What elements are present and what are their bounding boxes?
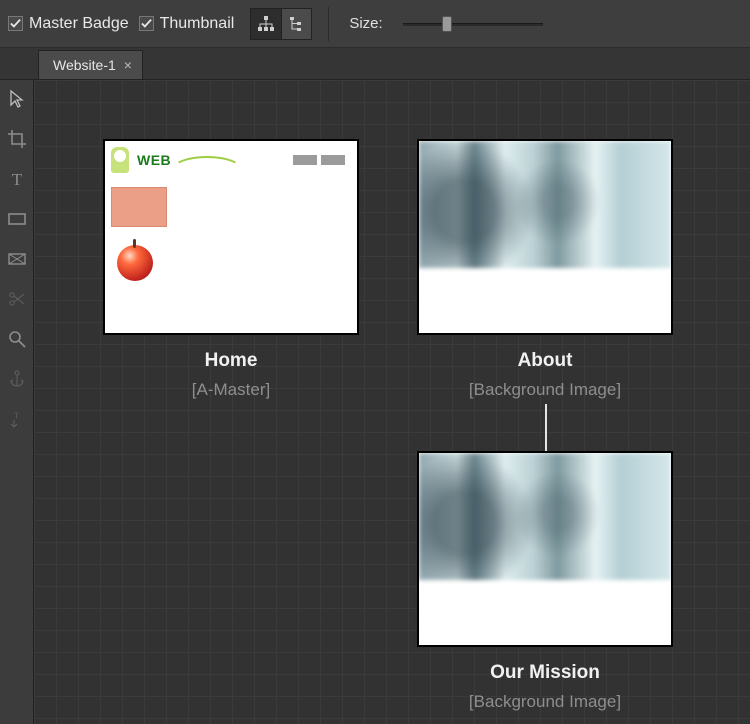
checkbox-icon	[139, 16, 154, 31]
master-badge-checkbox[interactable]: Master Badge	[8, 15, 129, 33]
nav-placeholder	[321, 155, 345, 165]
tab-website-1[interactable]: Website-1 ×	[38, 50, 143, 79]
rectangle-tool[interactable]	[4, 206, 30, 232]
background-image-preview	[419, 453, 671, 580]
page-card-about: About [Background Image]	[418, 140, 672, 400]
page-card-mission: Our Mission [Background Image]	[418, 452, 672, 712]
logo-swoosh-icon	[172, 156, 242, 172]
page-title: Home	[205, 350, 258, 372]
vertical-text-tool[interactable]: T	[4, 406, 30, 432]
logo-mascot-icon	[111, 147, 129, 173]
svg-text:T: T	[11, 170, 22, 189]
size-slider[interactable]	[403, 15, 543, 33]
slider-thumb[interactable]	[442, 16, 452, 32]
page-thumbnail-about[interactable]	[418, 140, 672, 334]
content-block	[111, 187, 167, 227]
page-master-badge: [A-Master]	[192, 380, 270, 400]
apple-image-icon	[117, 245, 153, 281]
scissors-tool[interactable]	[4, 286, 30, 312]
tool-panel: T T	[0, 80, 34, 724]
svg-text:T: T	[14, 411, 19, 420]
thumbnail-checkbox[interactable]: Thumbnail	[139, 15, 235, 33]
top-toolbar: Master Badge Thumbnail Siz	[0, 0, 750, 48]
rectangle-frame-tool[interactable]	[4, 246, 30, 272]
tab-label: Website-1	[53, 57, 116, 73]
toolbar-divider	[328, 7, 329, 41]
background-image-preview	[419, 141, 671, 268]
page-card-home: WEB Home [A-Master]	[104, 140, 358, 400]
page-master-badge: [Background Image]	[469, 692, 621, 712]
page-master-badge: [Background Image]	[469, 380, 621, 400]
thumbnail-content	[419, 141, 671, 333]
crop-tool[interactable]	[4, 126, 30, 152]
page-thumbnail-home[interactable]: WEB	[104, 140, 358, 334]
zoom-tool[interactable]	[4, 326, 30, 352]
anchor-tool[interactable]	[4, 366, 30, 392]
sitemap-horizontal-icon	[257, 15, 275, 33]
vertical-view-button[interactable]	[281, 9, 311, 39]
document-tabstrip: Website-1 ×	[0, 48, 750, 80]
page-thumbnail-mission[interactable]	[418, 452, 672, 646]
selection-tool[interactable]	[4, 86, 30, 112]
size-label: Size:	[349, 15, 382, 32]
slider-track	[403, 23, 543, 26]
thumbnail-label: Thumbnail	[160, 15, 235, 33]
content-area	[419, 580, 671, 645]
thumbnail-content	[419, 453, 671, 645]
master-badge-label: Master Badge	[29, 15, 129, 33]
content-area	[419, 268, 671, 333]
close-icon[interactable]: ×	[124, 57, 132, 73]
horizontal-view-button[interactable]	[251, 9, 281, 39]
checkbox-icon	[8, 16, 23, 31]
logo-text: WEB	[137, 152, 171, 168]
nav-placeholder	[293, 155, 317, 165]
view-mode-group	[250, 8, 312, 40]
thumbnail-content: WEB	[111, 147, 351, 327]
page-title: About	[518, 350, 573, 372]
plan-canvas[interactable]: WEB Home [A-Master]	[34, 80, 750, 724]
page-connector	[545, 404, 547, 452]
workspace: T T WE	[0, 80, 750, 724]
sitemap-vertical-icon	[288, 15, 306, 33]
page-title: Our Mission	[490, 662, 600, 684]
text-tool[interactable]: T	[4, 166, 30, 192]
